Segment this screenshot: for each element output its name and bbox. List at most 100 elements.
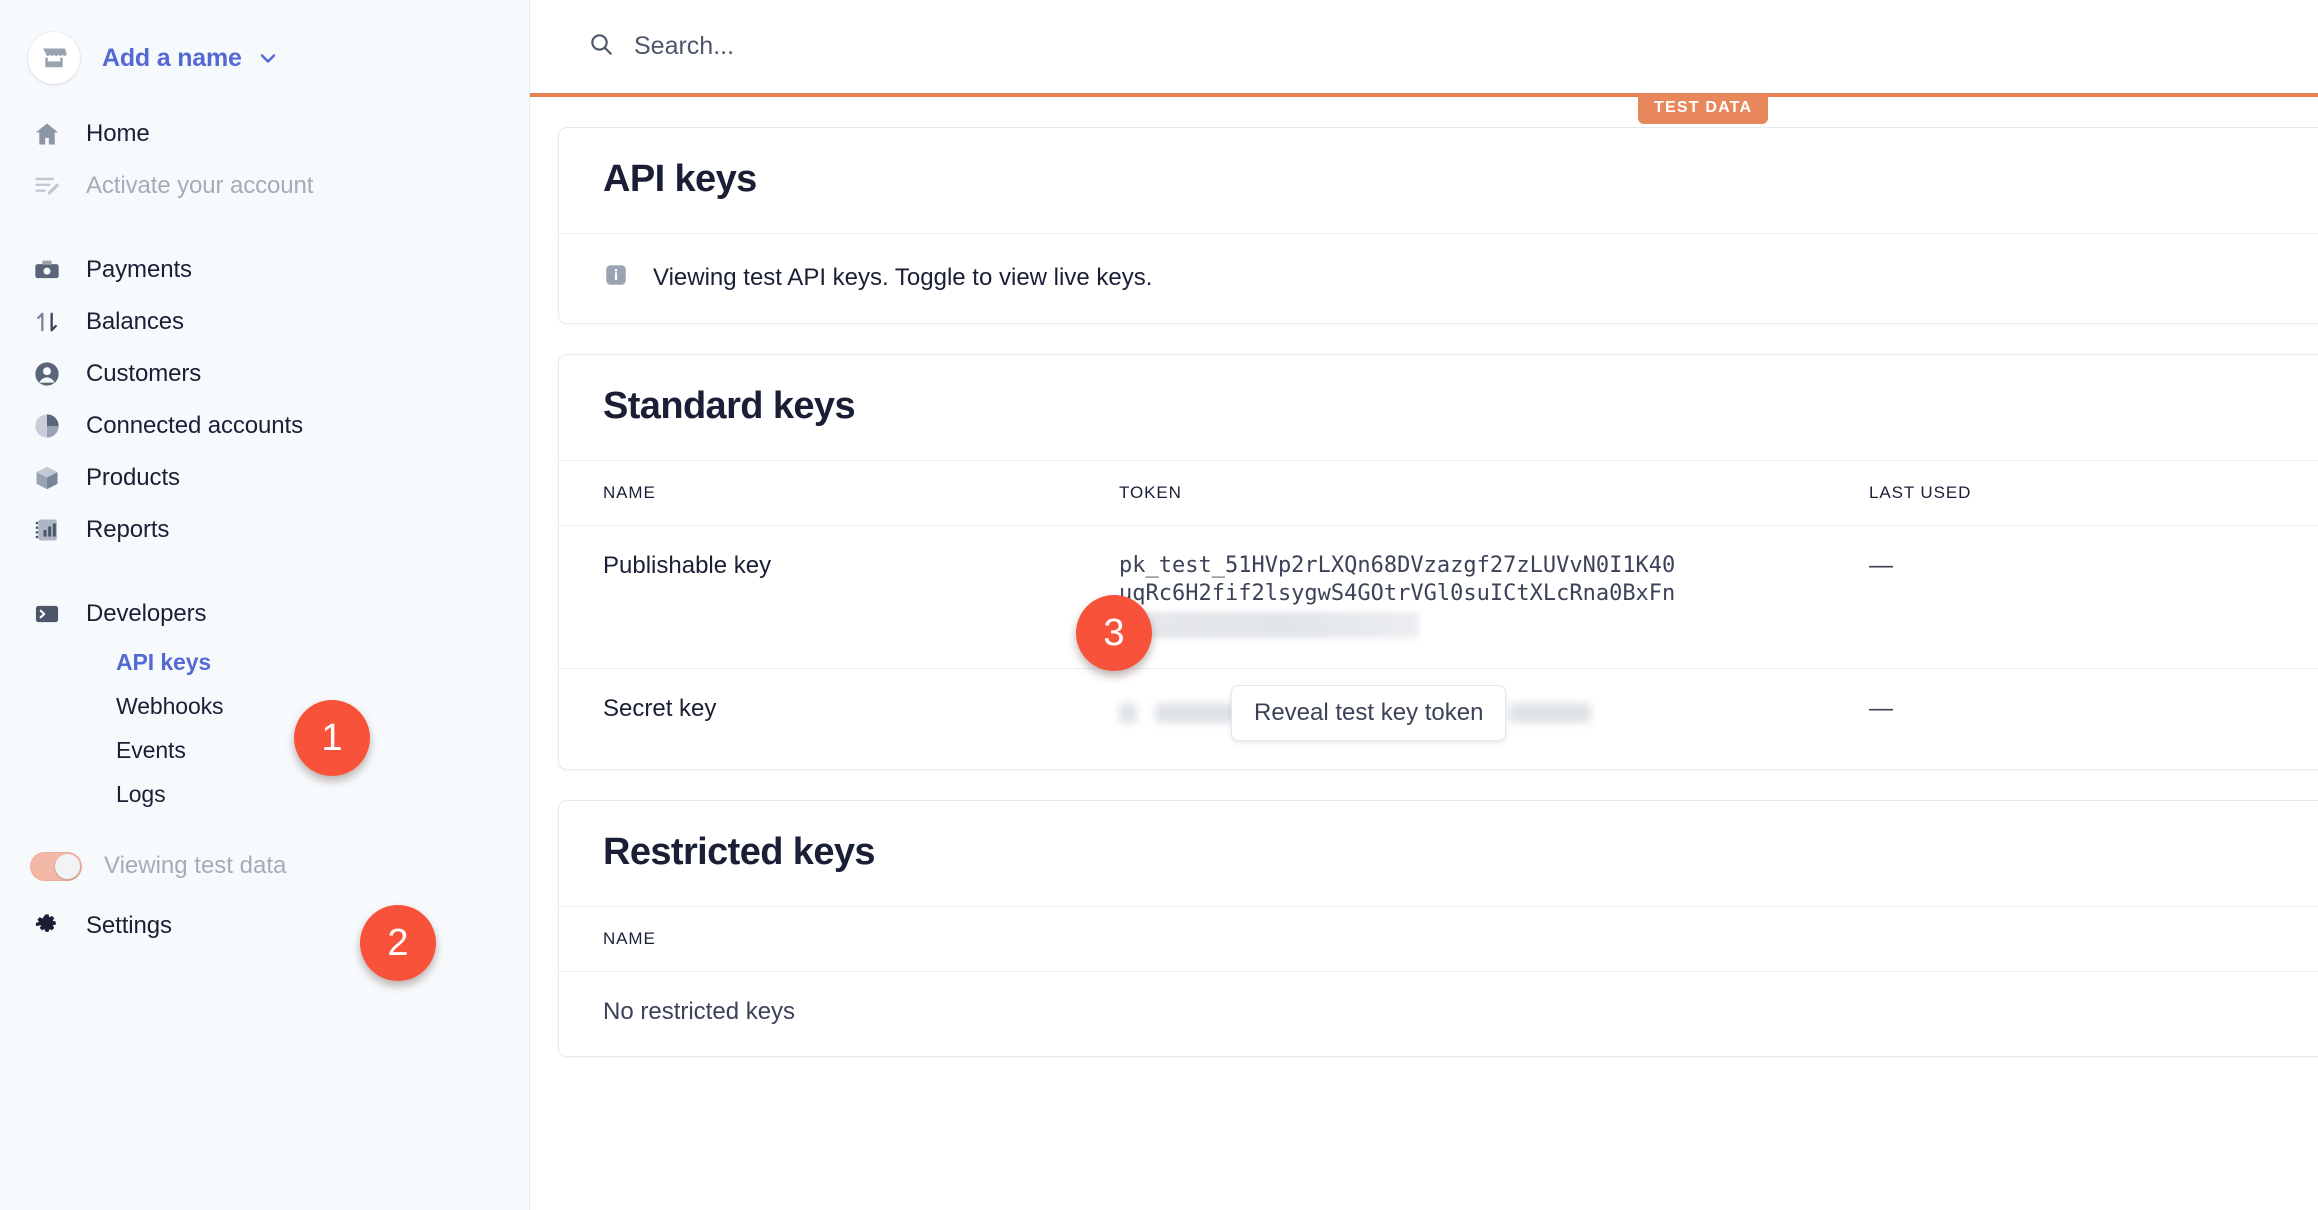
sidebar-item-logs[interactable]: Logs <box>116 772 529 816</box>
sidebar-item-label-reports: Reports <box>86 516 170 543</box>
column-header-name: NAME <box>559 460 1119 526</box>
developers-subnav: API keys Webhooks Events Logs <box>30 640 529 816</box>
restricted-keys-card: Restricted keys NAME No restricted keys <box>558 800 2318 1058</box>
sidebar-item-connected-accounts[interactable]: Connected accounts <box>30 400 529 452</box>
secret-key-redacted-wrap: Reveal test key token <box>1119 685 1869 742</box>
sidebar-nav: Home Activate your account Payments Bala… <box>0 92 529 952</box>
table-row: Publishable key pk_test_51HVp2rLXQn68DVz… <box>559 525 2318 670</box>
standard-keys-thead: NAME TOKEN LAST USED <box>559 460 2318 526</box>
restricted-keys-header: Restricted keys <box>559 801 2318 906</box>
api-keys-card: API keys Viewing test API keys. Toggle t… <box>558 127 2318 324</box>
secret-key-name: Secret key <box>603 695 717 723</box>
sidebar-item-settings[interactable]: Settings <box>0 900 529 952</box>
annotation-badge-2: 2 <box>360 905 436 981</box>
app-root: Add a name Home Activate your account Pa… <box>0 0 2318 1210</box>
publishable-key-name: Publishable key <box>559 525 1119 670</box>
sidebar-item-label-payments: Payments <box>86 256 192 283</box>
sidebar-item-label-events: Events <box>116 736 186 763</box>
nav-divider-spacer <box>0 212 529 244</box>
column-header-name: NAME <box>559 906 2318 973</box>
products-icon <box>30 464 64 492</box>
api-keys-header: API keys <box>559 128 2318 233</box>
sidebar-item-products[interactable]: Products <box>30 452 529 504</box>
storefront-icon <box>28 32 80 84</box>
restricted-keys-tbody: No restricted keys <box>559 972 2318 1057</box>
info-icon <box>603 262 629 293</box>
publishable-key-last-used: — <box>1869 525 2318 670</box>
nav-group-developers: Developers API keys Webhooks Events Logs <box>0 588 529 816</box>
sidebar-item-label-api-keys: API keys <box>116 648 212 675</box>
reveal-test-key-token-button[interactable]: Reveal test key token <box>1231 685 1507 742</box>
sidebar-item-label-products: Products <box>86 464 180 491</box>
chevron-down-icon[interactable] <box>256 46 280 70</box>
test-data-badge: TEST DATA <box>1638 93 1769 124</box>
main-content: Search... TEST DATA API keys Viewing tes… <box>530 0 2318 1210</box>
secret-key-token-cell: Reveal test key token <box>1119 669 1869 770</box>
test-keys-notice-text: Viewing test API keys. Toggle to view li… <box>653 263 1153 291</box>
page-content: API keys Viewing test API keys. Toggle t… <box>530 97 2318 1058</box>
publishable-key-token-redacted-line <box>1119 612 1419 639</box>
table-row: Secret key Reveal test key token — <box>559 669 2318 770</box>
viewing-test-data-row[interactable]: Viewing test data <box>0 838 529 894</box>
sidebar-item-label-connected-accounts: Connected accounts <box>86 412 304 439</box>
sidebar-item-label-home: Home <box>86 120 150 147</box>
test-data-toggle-label: Viewing test data <box>104 852 287 879</box>
search-placeholder: Search... <box>634 32 735 60</box>
annotation-badge-1: 1 <box>294 700 370 776</box>
balances-icon <box>30 308 64 336</box>
sidebar-item-label-webhooks: Webhooks <box>116 692 224 719</box>
activate-account-icon <box>30 172 64 200</box>
test-data-toggle[interactable] <box>30 851 82 881</box>
restricted-keys-empty: No restricted keys <box>559 972 2318 1057</box>
sidebar-item-api-keys[interactable]: API keys <box>116 640 529 684</box>
last-used-value: — <box>1869 695 1893 723</box>
customers-icon <box>30 360 64 388</box>
sidebar-item-label-customers: Customers <box>86 360 202 387</box>
table-header-row: NAME TOKEN LAST USED <box>559 460 2318 526</box>
standard-keys-title: Standard keys <box>603 385 856 427</box>
reports-icon <box>30 516 64 544</box>
sidebar-item-label-activate: Activate your account <box>86 172 314 199</box>
standard-keys-header: Standard keys <box>559 355 2318 460</box>
sidebar-item-balances[interactable]: Balances <box>30 296 529 348</box>
topbar: Search... <box>530 0 2318 93</box>
publishable-key-token-cell[interactable]: pk_test_51HVp2rLXQn68DVzazgf27zLUVvN0I1K… <box>1119 525 1869 670</box>
home-icon <box>30 120 64 148</box>
publishable-key-token-line1: pk_test_51HVp2rLXQn68DVzazgf27zLUVvN0I1K… <box>1119 553 1676 578</box>
restricted-keys-thead: NAME <box>559 906 2318 973</box>
standard-keys-tbody: Publishable key pk_test_51HVp2rLXQn68DVz… <box>559 525 2318 770</box>
search-icon <box>588 31 614 62</box>
last-used-value: — <box>1869 552 1893 579</box>
sidebar-item-home[interactable]: Home <box>30 108 529 160</box>
nav-group-primary: Home Activate your account <box>0 108 529 212</box>
secret-key-last-used: — <box>1869 669 2318 770</box>
sidebar-item-activate-account[interactable]: Activate your account <box>30 160 529 212</box>
sidebar-item-developers[interactable]: Developers <box>30 588 529 640</box>
restricted-keys-empty-text: No restricted keys <box>603 998 796 1026</box>
sidebar-item-label-settings: Settings <box>86 912 172 939</box>
page-title: API keys <box>603 158 757 200</box>
payments-icon <box>30 256 64 284</box>
table-header-row: NAME <box>559 906 2318 973</box>
account-name: Add a name <box>102 43 242 72</box>
sidebar-item-customers[interactable]: Customers <box>30 348 529 400</box>
column-header-token: TOKEN <box>1119 460 1869 526</box>
search-input[interactable]: Search... <box>588 31 734 62</box>
standard-keys-card: Standard keys NAME TOKEN LAST USED Publi… <box>558 354 2318 771</box>
connected-accounts-icon <box>30 412 64 440</box>
restricted-keys-title: Restricted keys <box>603 831 876 874</box>
publishable-key-token-line2: uqRc6H2fif2lsygwS4GOtrVGl0suICtXLcRna0Bx… <box>1119 581 1676 607</box>
terminal-icon <box>30 600 64 628</box>
column-header-last-used: LAST USED <box>1869 460 2318 526</box>
secret-key-redacted-c <box>1509 703 1591 724</box>
table-row: No restricted keys <box>559 972 2318 1057</box>
sidebar: Add a name Home Activate your account Pa… <box>0 0 530 1210</box>
account-switcher[interactable]: Add a name <box>0 0 529 92</box>
test-mode-stripe: TEST DATA <box>530 93 2318 124</box>
sidebar-item-payments[interactable]: Payments <box>30 244 529 296</box>
nav-divider-spacer-2 <box>0 556 529 588</box>
gear-icon <box>30 912 64 940</box>
sidebar-item-reports[interactable]: Reports <box>30 504 529 556</box>
sidebar-item-label-balances: Balances <box>86 308 184 335</box>
sidebar-item-label-logs: Logs <box>116 780 166 807</box>
